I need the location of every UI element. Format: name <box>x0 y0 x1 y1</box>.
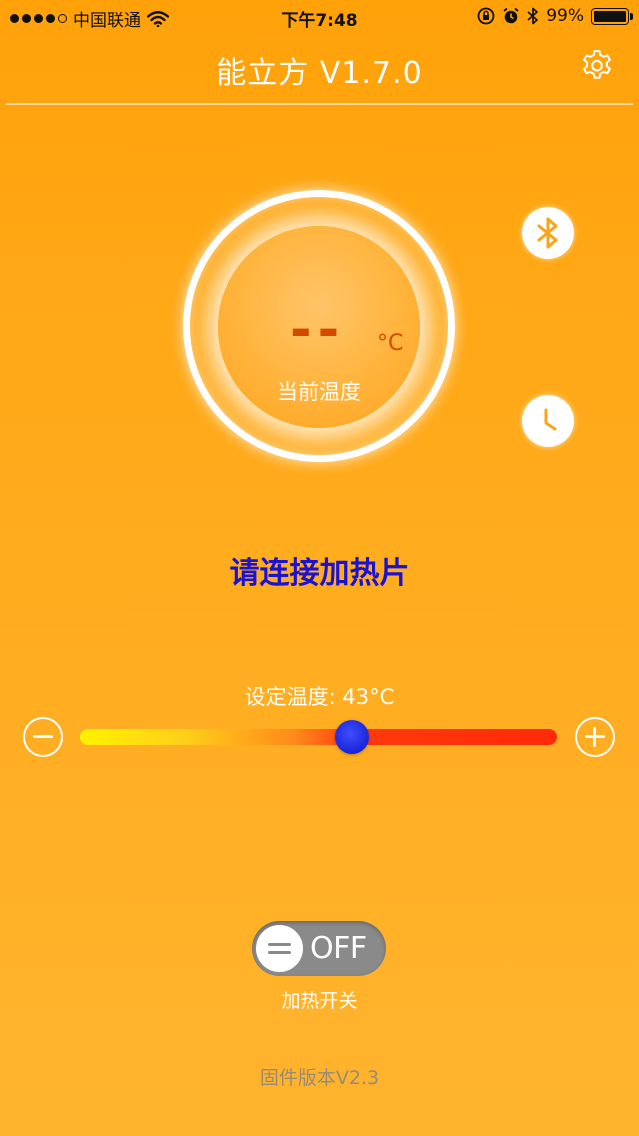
heating-switch-label: 加热开关 <box>281 990 358 1012</box>
status-bar: 中国联通 下午7:48 99% <box>0 0 639 36</box>
temperature-slider[interactable] <box>80 720 557 754</box>
nav-divider <box>6 103 633 105</box>
slider-track-gradient <box>80 729 557 745</box>
firmware-version: 固件版本V2.3 <box>259 1067 380 1089</box>
switch-state: OFF <box>310 931 367 966</box>
settings-button[interactable] <box>579 48 615 84</box>
page-title: 能立方 V1.7.0 <box>216 56 423 91</box>
bluetooth-icon <box>537 217 558 249</box>
slider-thumb[interactable] <box>334 720 369 754</box>
gear-icon <box>583 50 611 79</box>
increase-temperature-button[interactable] <box>575 717 615 757</box>
current-temperature-value: -- <box>290 300 346 360</box>
connection-prompt: 请连接加热片 <box>229 556 410 591</box>
status-right: 99% <box>477 6 633 26</box>
battery-percent: 99% <box>546 6 584 26</box>
current-temperature-label: 当前温度 <box>277 380 361 404</box>
temperature-unit: °C <box>377 331 404 356</box>
battery-icon <box>591 7 633 25</box>
bluetooth-button[interactable] <box>522 207 574 259</box>
toggle-knob <box>256 925 303 972</box>
bluetooth-status-icon <box>527 7 539 25</box>
orientation-lock-icon <box>477 7 495 25</box>
decrease-temperature-button[interactable] <box>23 717 63 757</box>
clock-icon <box>544 408 557 431</box>
heating-switch[interactable]: OFF <box>252 921 386 976</box>
timer-button[interactable] <box>522 395 574 447</box>
set-temperature-label: 设定温度: 43°C <box>244 685 395 709</box>
alarm-icon <box>503 7 519 24</box>
nav-bar: 能立方 V1.7.0 <box>0 36 639 100</box>
minus-icon <box>33 735 53 738</box>
